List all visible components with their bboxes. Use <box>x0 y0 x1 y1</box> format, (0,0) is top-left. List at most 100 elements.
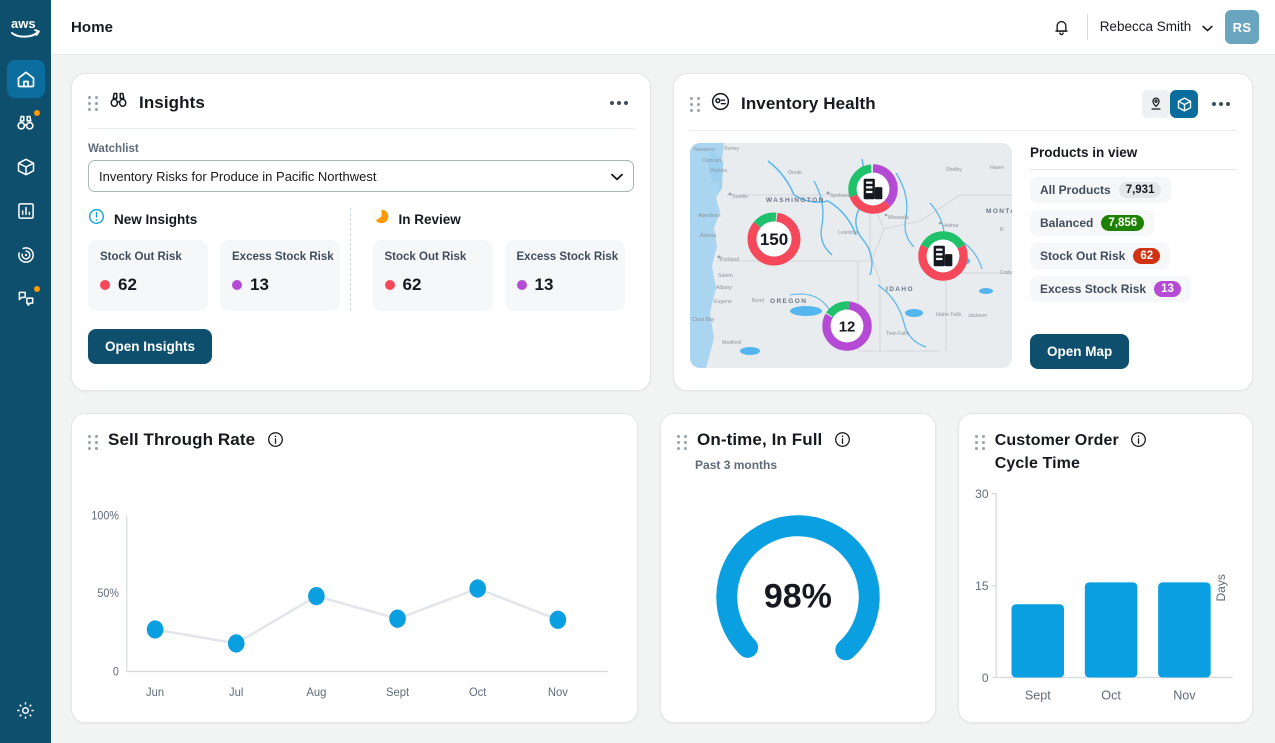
new-insights-tiles: Stock Out Risk 62 Excess Stock Risk <box>88 240 350 311</box>
svg-text:Duncan: Duncan <box>703 158 721 164</box>
ellipsis-icon[interactable] <box>1208 98 1234 110</box>
in-review-tiles: Stock Out Risk 62 Excess Stock Risk <box>373 240 635 311</box>
gear-icon <box>15 700 36 721</box>
insights-title: Insights <box>139 93 205 113</box>
drag-handle-icon[interactable] <box>88 96 98 111</box>
tile-stock-out-risk-review[interactable]: Stock Out Risk 62 <box>373 240 493 311</box>
drag-handle-icon[interactable] <box>975 435 985 450</box>
app-root: aws <box>0 0 1275 743</box>
svg-text:Astoria: Astoria <box>700 233 716 239</box>
drag-handle-icon[interactable] <box>690 97 700 112</box>
marker-helena[interactable] <box>915 228 971 289</box>
tile-excess-stock-risk-new[interactable]: Excess Stock Risk 13 <box>220 240 340 311</box>
top-bar: Home Rebecca Smith RS <box>51 0 1275 55</box>
svg-text:R: R <box>1000 227 1004 233</box>
tile-excess-stock-risk-review[interactable]: Excess Stock Risk 13 <box>505 240 625 311</box>
on-time-in-full-card: On-time, In Full Past 3 months <box>660 413 936 723</box>
tile-value: 13 <box>250 275 269 295</box>
status-swatch-stock-out <box>100 280 110 290</box>
watchlist-selected-value: Inventory Risks for Produce in Pacific N… <box>99 169 376 184</box>
legend-item-all-products[interactable]: All Products 7,931 <box>1030 177 1171 203</box>
open-map-button[interactable]: Open Map <box>1030 334 1129 369</box>
svg-text:100%: 100% <box>91 510 118 523</box>
exclamation-circle-icon <box>88 208 105 230</box>
tile-label: Excess Stock Risk <box>232 251 328 263</box>
svg-text:Seattle: Seattle <box>732 194 748 200</box>
sidebar-item-home[interactable] <box>7 60 45 98</box>
product-view-button[interactable] <box>1170 90 1198 118</box>
tile-value: 62 <box>403 275 422 295</box>
binoculars-icon <box>15 113 36 134</box>
svg-text:Nov: Nov <box>1173 688 1196 702</box>
sidebar-item-planning[interactable] <box>7 236 45 274</box>
y-tick-labels: 30 15 0 <box>975 487 989 685</box>
sidebar-item-settings[interactable] <box>7 691 45 729</box>
svg-text:Coos Bay: Coos Bay <box>692 317 715 323</box>
info-icon[interactable] <box>267 431 284 453</box>
legend-item-balanced[interactable]: Balanced 7,856 <box>1030 210 1154 236</box>
inventory-health-card: Inventory Health <box>673 73 1253 391</box>
svg-text:Lewiston: Lewiston <box>838 230 859 236</box>
box-icon <box>16 157 36 177</box>
inventory-map[interactable]: WASHINGTON OREGON IDAHO MONTA Nanaimo Su… <box>690 143 1012 368</box>
marker-seattle[interactable]: 150 <box>744 209 804 274</box>
chevron-down-icon <box>1202 20 1213 35</box>
watchlist-select[interactable]: Inventory Risks for Produce in Pacific N… <box>88 160 634 192</box>
tile-label: Stock Out Risk <box>100 251 196 263</box>
drag-handle-icon[interactable] <box>677 435 687 450</box>
user-menu[interactable]: Rebecca Smith <box>1100 19 1213 35</box>
svg-text:Jul: Jul <box>229 685 243 700</box>
legend-label: Balanced <box>1040 216 1093 230</box>
sidebar-item-collaboration[interactable] <box>7 280 45 318</box>
info-icon[interactable] <box>1130 431 1147 454</box>
svg-text:Portland: Portland <box>720 257 739 263</box>
insights-footer: Open Insights <box>88 329 634 364</box>
sidebar-item-reports[interactable] <box>7 192 45 230</box>
svg-text:Nanaimo: Nanaimo <box>694 147 715 153</box>
watchlist-label: Watchlist <box>88 143 634 155</box>
x-tick-labels: Jun Jul Aug Sept Oct Nov <box>146 685 568 700</box>
info-icon[interactable] <box>834 431 851 453</box>
notifications-button[interactable] <box>1045 10 1079 44</box>
cycle-time-title-line2: Cycle Time <box>995 454 1148 474</box>
svg-text:Victoria: Victoria <box>710 168 727 174</box>
drag-handle-icon[interactable] <box>88 435 98 450</box>
legend-count: 7,856 <box>1101 215 1144 231</box>
sell-through-rate-card: Sell Through Rate <box>71 413 638 723</box>
open-insights-button[interactable]: Open Insights <box>88 329 212 364</box>
products-in-view-panel: Products in view All Products 7,931 Bala… <box>1030 143 1236 390</box>
legend-label: All Products <box>1040 183 1111 197</box>
svg-text:Nov: Nov <box>548 685 568 700</box>
svg-text:Omak: Omak <box>788 170 802 176</box>
collaboration-badge-dot <box>33 285 41 293</box>
avatar[interactable]: RS <box>1225 10 1259 44</box>
svg-text:Salem: Salem <box>718 273 733 279</box>
svg-text:0: 0 <box>113 666 119 679</box>
inventory-view-toggle <box>1142 90 1234 118</box>
svg-text:Havre: Havre <box>990 165 1004 171</box>
legend-item-excess-stock-risk[interactable]: Excess Stock Risk 13 <box>1030 276 1191 302</box>
marker-boise[interactable]: 12 <box>819 298 875 359</box>
tile-stock-out-risk-new[interactable]: Stock Out Risk 62 <box>88 240 208 311</box>
map-state-label: MONTA <box>986 208 1012 215</box>
ellipsis-icon[interactable] <box>606 97 632 109</box>
sidebar-item-insights[interactable] <box>7 104 45 142</box>
svg-text:0: 0 <box>982 671 989 685</box>
legend-count: 7,931 <box>1119 182 1162 198</box>
legend-label: Stock Out Risk <box>1040 249 1125 263</box>
aws-logo-icon[interactable]: aws <box>6 10 46 46</box>
tile-value: 62 <box>118 275 137 295</box>
svg-text:Jackson: Jackson <box>968 313 987 319</box>
chevron-down-icon <box>611 169 623 184</box>
marker-spokane[interactable] <box>845 161 901 222</box>
insights-column-new: New Insights Stock Out Risk 62 <box>88 208 350 311</box>
legend-item-stock-out-risk[interactable]: Stock Out Risk 62 <box>1030 243 1170 269</box>
top-bar-right: Rebecca Smith RS <box>1045 10 1259 44</box>
tile-value-row: 13 <box>232 275 328 295</box>
svg-text:Albany: Albany <box>716 285 732 291</box>
tile-label: Excess Stock Risk <box>517 251 613 263</box>
svg-text:Sept: Sept <box>1025 688 1051 702</box>
insights-columns: New Insights Stock Out Risk 62 <box>88 208 634 311</box>
location-view-button[interactable] <box>1142 90 1170 118</box>
sidebar-item-inventory[interactable] <box>7 148 45 186</box>
